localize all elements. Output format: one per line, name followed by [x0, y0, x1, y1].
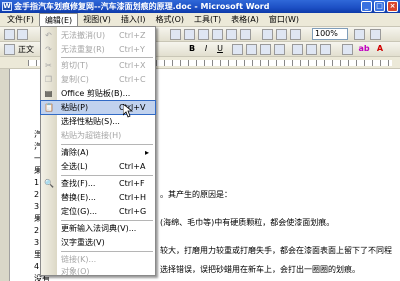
- numbering-icon[interactable]: [292, 44, 303, 55]
- vertical-ruler: [0, 69, 10, 281]
- redo-icon: ↷: [45, 45, 52, 54]
- style-select[interactable]: 正文: [18, 44, 34, 55]
- help-icon[interactable]: [354, 29, 365, 40]
- align-center-icon[interactable]: [246, 44, 257, 55]
- menu-bar: 文件(F) 编辑(E) 视图(V) 插入(I) 格式(O) 工具(T) 表格(A…: [0, 13, 400, 27]
- styles-icon[interactable]: [4, 44, 15, 55]
- find-icon: 🔍: [44, 179, 54, 188]
- menu-file[interactable]: 文件(F): [2, 13, 39, 26]
- new-doc-icon[interactable]: [4, 29, 15, 40]
- underline-button[interactable]: U: [214, 43, 226, 55]
- italic-button[interactable]: I: [200, 43, 212, 55]
- submenu-arrow-icon: ▸: [145, 148, 150, 157]
- menu-item-goto[interactable]: 定位(G)... Ctrl+G: [41, 205, 155, 218]
- minimize-button[interactable]: _: [361, 1, 372, 12]
- doc-line-tail: 。其产生的原因是：: [160, 190, 232, 199]
- bold-button[interactable]: B: [186, 43, 198, 55]
- menu-item-replace[interactable]: 替换(E)... Ctrl+H: [41, 191, 155, 204]
- clipboard-icon: ▤: [44, 89, 53, 98]
- menu-item-find[interactable]: 🔍 查找(F)... Ctrl+F: [41, 177, 155, 190]
- align-left-icon[interactable]: [232, 44, 243, 55]
- menu-item-update-ime[interactable]: 更新输入法词典(V)...: [41, 222, 155, 235]
- open-icon[interactable]: [17, 29, 28, 40]
- tables-borders-icon[interactable]: [276, 29, 287, 40]
- menu-view[interactable]: 视图(V): [78, 13, 116, 26]
- menu-format[interactable]: 格式(O): [150, 13, 189, 26]
- justify-icon[interactable]: [274, 44, 285, 55]
- document-map-icon[interactable]: [226, 29, 237, 40]
- window-controls: _ □ ×: [361, 1, 398, 12]
- border-icon[interactable]: [342, 44, 353, 55]
- indent-icon[interactable]: [320, 44, 331, 55]
- menu-item-reconvert[interactable]: 汉字重选(V): [41, 236, 155, 249]
- window-title: 金手指汽车划痕修复网--汽车漆面划痕的原理.doc - Microsoft Wo…: [14, 2, 270, 11]
- word-app-icon[interactable]: W: [2, 2, 12, 11]
- bullets-icon[interactable]: [306, 44, 317, 55]
- undo-icon: ↶: [45, 31, 52, 40]
- doc-line-tail: 较大，打磨用力较重或打磨失手，都会在漆面表面上留下了不同程: [160, 246, 392, 255]
- menu-item-redo[interactable]: ↷ 无法重复(R) Ctrl+Y: [41, 43, 155, 56]
- menu-item-clear[interactable]: 清除(A) ▸: [41, 146, 155, 159]
- highlight-icon[interactable]: ab: [358, 43, 370, 55]
- show-hide-icon[interactable]: [240, 29, 251, 40]
- menu-item-copy[interactable]: ❐ 复制(C) Ctrl+C: [41, 73, 155, 86]
- doc-line-tail: (海绵、毛巾等)中有硬质颗粒，都会使漆面划痕。: [160, 218, 335, 227]
- menu-window[interactable]: 窗口(W): [264, 13, 304, 26]
- copy-icon: ❐: [44, 75, 53, 84]
- edit-menu-dropdown: ↶ 无法撤消(U) Ctrl+Z ↷ 无法重复(R) Ctrl+Y ✂ 剪切(T…: [40, 26, 156, 276]
- zoom-select[interactable]: 100%: [312, 28, 348, 40]
- menu-item-undo[interactable]: ↶ 无法撤消(U) Ctrl+Z: [41, 29, 155, 42]
- insert-excel-icon[interactable]: [184, 29, 195, 40]
- menu-item-paste-hyperlink[interactable]: 粘贴为超链接(H): [41, 129, 155, 142]
- preview-icon[interactable]: [290, 29, 301, 40]
- cut-icon: ✂: [45, 61, 52, 70]
- maximize-button[interactable]: □: [374, 1, 385, 12]
- menu-tools[interactable]: 工具(T): [189, 13, 226, 26]
- menu-insert[interactable]: 插入(I): [116, 13, 151, 26]
- insert-table-icon[interactable]: [170, 29, 181, 40]
- mouse-cursor-icon: [123, 104, 133, 118]
- align-right-icon[interactable]: [260, 44, 271, 55]
- menu-item-paste[interactable]: 📋 粘贴(P) Ctrl+V: [40, 100, 156, 115]
- menu-item-paste-special[interactable]: 选择性粘贴(S)...: [41, 115, 155, 128]
- font-color-icon[interactable]: A: [374, 43, 386, 55]
- menu-item-office-clipboard[interactable]: ▤ Office 剪贴板(B)...: [41, 87, 155, 100]
- drawing-icon[interactable]: [212, 29, 223, 40]
- menu-item-select-all[interactable]: 全选(L) Ctrl+A: [41, 160, 155, 173]
- read-icon[interactable]: [370, 29, 381, 40]
- title-bar: W 金手指汽车划痕修复网--汽车漆面划痕的原理.doc - Microsoft …: [0, 0, 400, 13]
- menu-edit[interactable]: 编辑(E): [38, 13, 79, 26]
- columns-icon[interactable]: [198, 29, 209, 40]
- menu-item-object[interactable]: 对象(O): [41, 265, 155, 278]
- doc-line-tail: 选择错误，误把砂蜡用在新车上，会打出一圈圈的划痕。: [160, 265, 360, 274]
- menu-item-cut[interactable]: ✂ 剪切(T) Ctrl+X: [41, 59, 155, 72]
- paste-icon: 📋: [44, 103, 54, 112]
- hyperlink-icon[interactable]: [262, 29, 273, 40]
- close-button[interactable]: ×: [387, 1, 398, 12]
- menu-table[interactable]: 表格(A): [226, 13, 264, 26]
